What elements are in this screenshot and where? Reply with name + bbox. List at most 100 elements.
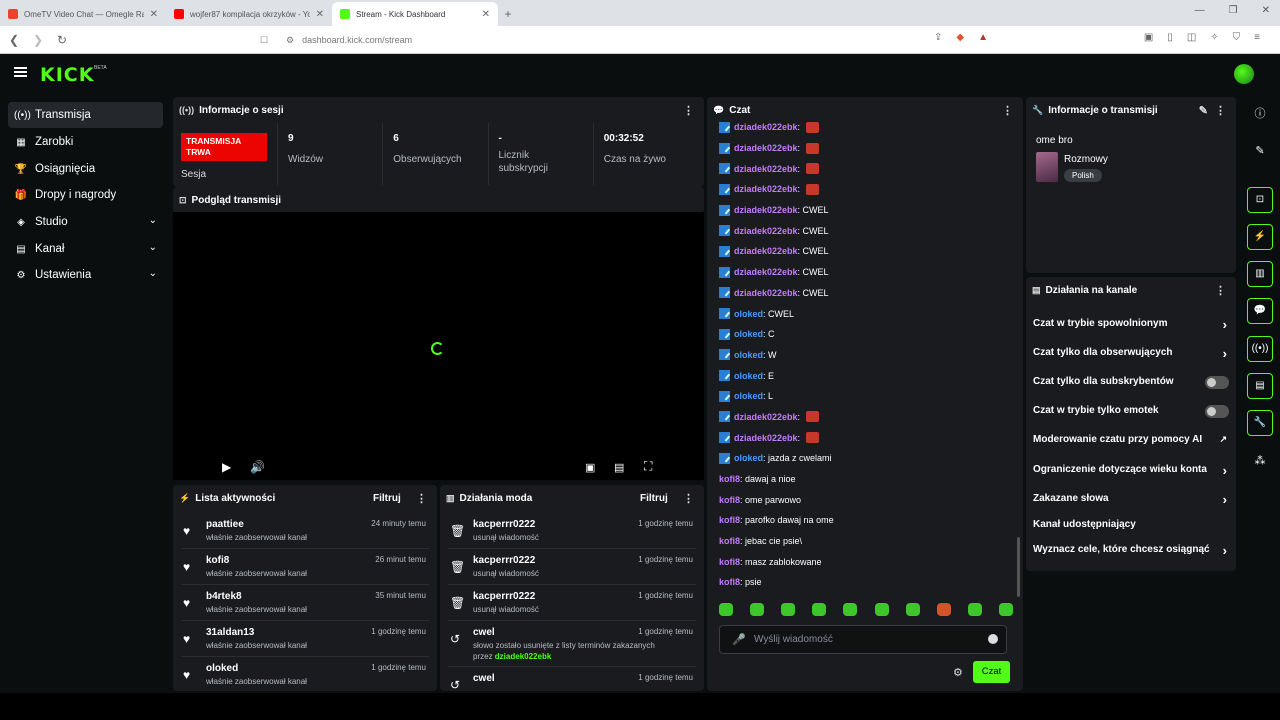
activity-user[interactable]: 31aldan13 — [206, 627, 254, 638]
emote-icon[interactable] — [812, 603, 827, 616]
channel-action-item[interactable]: Czat tylko dla obserwujących › — [1033, 347, 1229, 367]
vpn-icon[interactable]: ⛉ — [1233, 32, 1241, 43]
category-name[interactable]: Rozmowy — [1064, 154, 1108, 165]
chat-username[interactable]: oloked — [734, 453, 763, 463]
channel-action-item[interactable]: Moderowanie czatu przy pomocy AI ↗ — [1033, 434, 1229, 454]
activity-user[interactable]: kofi8 — [206, 555, 229, 566]
channel-action-item[interactable]: Czat w trybie tylko emotek — [1033, 405, 1229, 425]
emote-icon[interactable] — [967, 603, 982, 616]
clipboard-icon[interactable]: ▥ — [1247, 261, 1273, 287]
sidebar-item-ustawienia[interactable]: ⚙ Ustawienia ⌄ — [8, 262, 163, 288]
activity-user[interactable]: b4rtek8 — [206, 591, 242, 602]
close-window-icon[interactable]: ✕ — [1262, 5, 1270, 16]
category-thumbnail[interactable] — [1036, 152, 1058, 182]
chat-username[interactable]: dziadek022ebk — [734, 164, 798, 174]
chat-username[interactable]: kofi8 — [719, 577, 740, 587]
brave-rewards-icon[interactable]: ▲ — [978, 32, 988, 43]
chat-username[interactable]: kofi8 — [719, 557, 740, 567]
sidebar-item-zarobki[interactable]: ▦ Zarobki — [8, 129, 163, 155]
emote-icon[interactable] — [750, 603, 765, 616]
forward-icon[interactable]: ❯ — [28, 33, 48, 47]
chat-username[interactable]: oloked — [734, 329, 763, 339]
emote-icon[interactable] — [719, 603, 733, 616]
mod-action-user[interactable]: kacperrr0222 — [473, 591, 535, 602]
mod-action-user[interactable]: kacperrr0222 — [473, 519, 535, 530]
emote-icon[interactable] — [936, 603, 951, 616]
wrench-icon[interactable]: 🔧 — [1247, 410, 1273, 436]
chat-username[interactable]: kofi8 — [719, 495, 740, 505]
chat-username[interactable]: dziadek022ebk — [734, 143, 798, 153]
send-chat-button[interactable]: Czat — [973, 661, 1010, 683]
sidebar-item-studio[interactable]: ◈ Studio ⌄ — [8, 209, 163, 235]
emote-icon[interactable] — [874, 603, 889, 616]
url-field[interactable]: ☐ ⚙ dashboard.kick.com/stream — [258, 30, 928, 50]
close-tab-icon[interactable]: ✕ — [150, 9, 158, 20]
sidebar-item-dropy[interactable]: 🎁 Dropy i nagrody — [8, 182, 163, 208]
chat-username[interactable]: kofi8 — [719, 474, 740, 484]
chat-scrollbar[interactable] — [1017, 537, 1020, 597]
share-icon[interactable]: ⇪ — [934, 32, 942, 43]
mod-action-user[interactable]: kacperrr0222 — [473, 555, 535, 566]
more-options-icon[interactable]: ⋮ — [683, 492, 694, 505]
activity-user[interactable]: paattiee — [206, 519, 244, 530]
chat-username[interactable]: dziadek022ebk — [734, 267, 798, 277]
sidebar-icon[interactable]: ▯ — [1167, 32, 1173, 43]
brave-shield-icon[interactable]: ◆ — [956, 32, 964, 43]
close-tab-icon[interactable]: ✕ — [482, 9, 490, 20]
kick-logo[interactable]: KICK — [40, 64, 94, 86]
more-options-icon[interactable]: ⋮ — [1215, 104, 1226, 117]
chat-username[interactable]: dziadek022ebk — [734, 246, 798, 256]
filter-button[interactable]: Filtruj — [373, 493, 401, 504]
chat-username[interactable]: dziadek022ebk — [734, 288, 798, 298]
minimize-icon[interactable]: — — [1195, 5, 1205, 16]
moderator-name[interactable]: dziadek022ebk — [495, 652, 551, 661]
chat-username[interactable]: oloked — [734, 371, 763, 381]
play-icon[interactable]: ▶ — [222, 460, 231, 474]
leo-ai-icon[interactable]: ✧ — [1210, 32, 1218, 43]
chat-settings-gear-icon[interactable]: ⚙ — [953, 666, 963, 679]
reader-icon[interactable]: ▣ — [1144, 32, 1153, 43]
volume-icon[interactable]: 🔊 — [250, 460, 265, 474]
emote-icon[interactable] — [843, 603, 858, 616]
chat-username[interactable]: oloked — [734, 391, 763, 401]
sidebar-item-osiagniecia[interactable]: 🏆 Osiągnięcia — [8, 156, 163, 182]
toggle-switch[interactable] — [1205, 376, 1229, 389]
channel-action-item[interactable]: Kanał udostępniający — [1033, 519, 1229, 539]
sidebar-item-kanal[interactable]: ▤ Kanał ⌄ — [8, 236, 163, 262]
channel-action-item[interactable]: Ograniczenie dotyczące wieku konta › — [1033, 464, 1229, 484]
emoji-picker-icon[interactable] — [988, 634, 998, 644]
hamburger-menu-icon[interactable] — [14, 67, 27, 77]
sidebar-item-transmisja[interactable]: ((•)) Transmisja — [8, 102, 163, 128]
broadcast-icon[interactable]: ((•)) — [1247, 336, 1273, 362]
emote-icon[interactable] — [998, 603, 1013, 616]
chat-username[interactable]: dziadek022ebk — [734, 205, 798, 215]
fullscreen-icon[interactable]: ⛶ — [644, 459, 652, 474]
browser-tab-kick[interactable]: Stream - Kick Dashboard ✕ — [332, 2, 498, 26]
chat-username[interactable]: oloked — [734, 309, 763, 319]
lightning-icon[interactable]: ⚡ — [1247, 224, 1273, 250]
chat-username[interactable]: kofi8 — [719, 536, 740, 546]
pip-icon[interactable]: ▣ — [585, 461, 595, 474]
more-options-icon[interactable]: ⋮ — [1215, 284, 1226, 297]
chat-username[interactable]: dziadek022ebk — [734, 433, 798, 443]
chat-bubble-icon[interactable]: 💬 — [1247, 298, 1273, 324]
chat-username[interactable]: dziadek022ebk — [734, 184, 798, 194]
activity-user[interactable]: oloked — [206, 663, 238, 674]
edit-pencil-icon[interactable]: ✎ — [1199, 104, 1208, 117]
more-options-icon[interactable]: ⋮ — [416, 492, 427, 505]
menu-icon[interactable]: ≡ — [1254, 32, 1260, 43]
chat-username[interactable]: dziadek022ebk — [734, 226, 798, 236]
channel-action-item[interactable]: Czat w trybie spowolnionym › — [1033, 318, 1229, 338]
preview-toggle-icon[interactable]: ⊡ — [1247, 187, 1273, 213]
filter-button[interactable]: Filtruj — [640, 493, 668, 504]
bookmark-icon[interactable]: ☐ — [260, 35, 268, 46]
chat-username[interactable]: dziadek022ebk — [734, 122, 798, 132]
edit-pencil-icon[interactable]: ✎ — [1247, 138, 1273, 164]
theater-icon[interactable]: ▤ — [614, 461, 624, 474]
emote-icon[interactable] — [905, 603, 920, 616]
chat-username[interactable]: oloked — [734, 350, 763, 360]
more-options-icon[interactable]: ⋮ — [1002, 104, 1013, 117]
browser-tab-youtube[interactable]: wojfer87 kompilacja okrzyków - YouT ✕ — [166, 2, 332, 26]
info-icon[interactable]: ⓘ — [1247, 101, 1273, 127]
mod-action-user[interactable]: cwel — [473, 627, 495, 638]
